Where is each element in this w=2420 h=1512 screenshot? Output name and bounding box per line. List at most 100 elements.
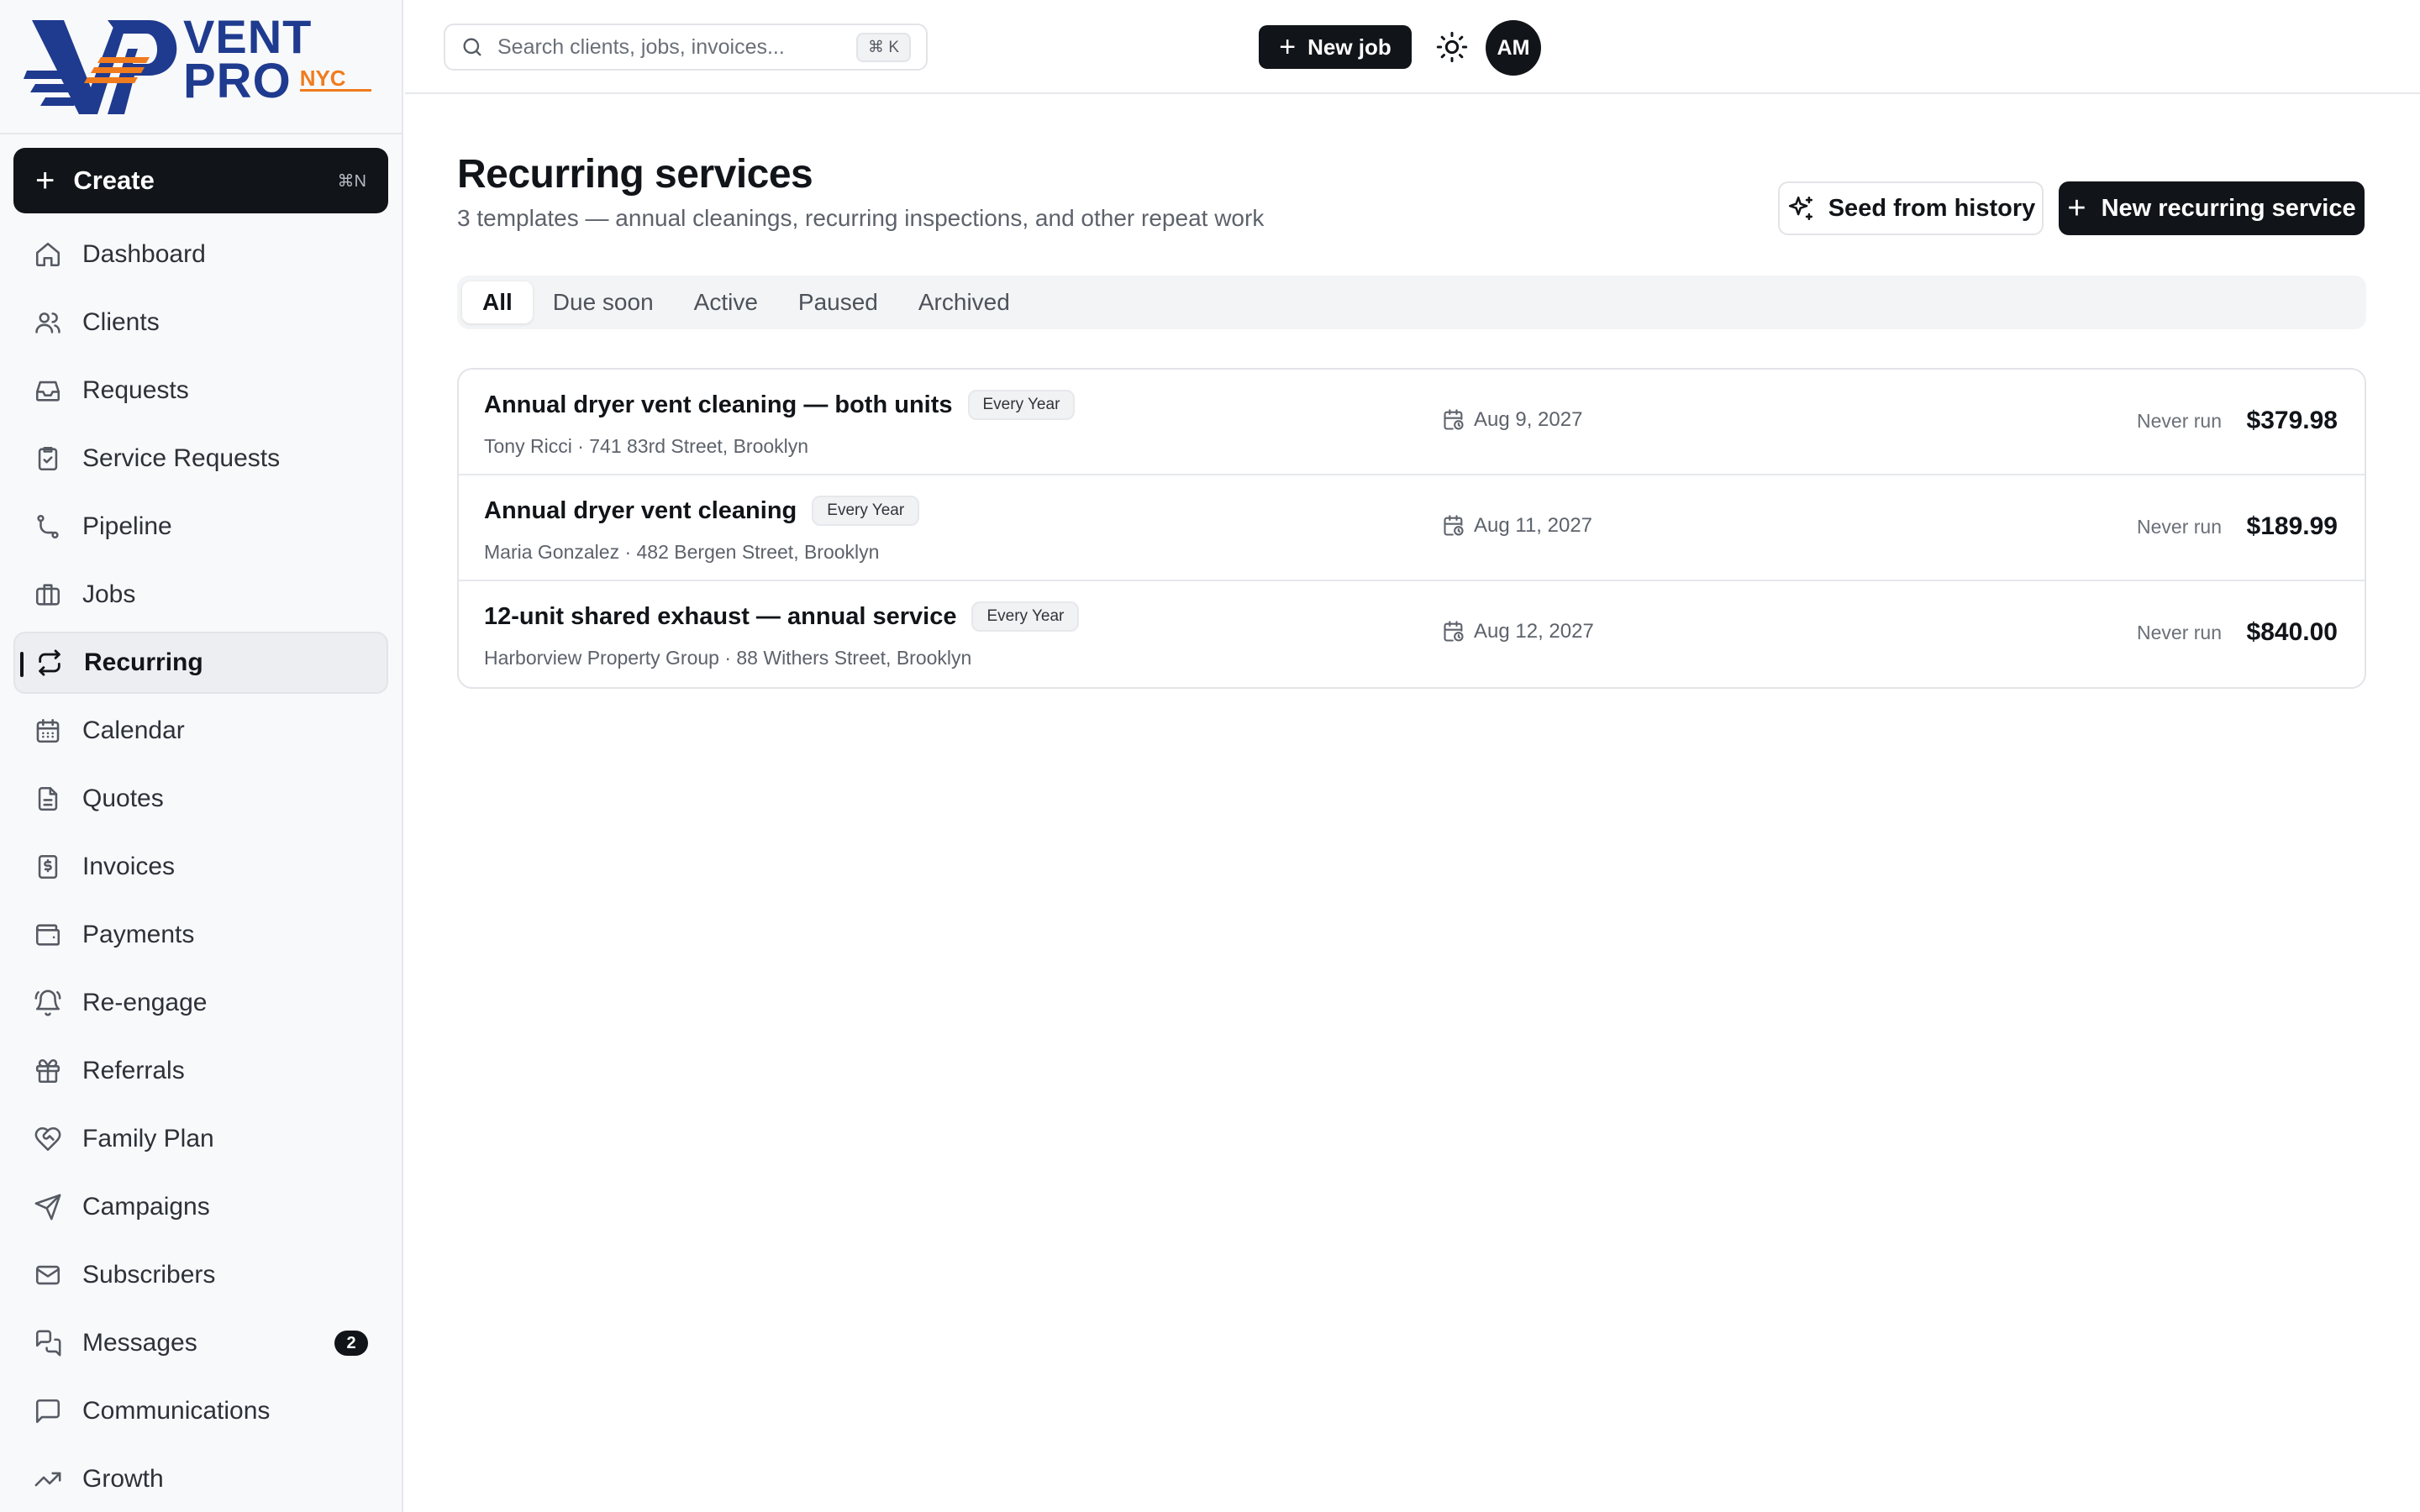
sidebar-item-messages[interactable]: Messages 2 [13, 1312, 388, 1374]
avatar-initials: AM [1497, 35, 1530, 60]
list-item[interactable]: Annual dryer vent cleaning — both units … [459, 370, 2365, 475]
next-run-date: Aug 12, 2027 [1442, 620, 1594, 643]
last-run-status: Never run [2137, 410, 2222, 432]
brand-tag: NYC [299, 67, 371, 92]
sparkles-icon [1788, 196, 1812, 221]
sun-icon[interactable] [1435, 30, 1469, 64]
brand-line1: VENT [183, 10, 313, 63]
sidebar-item-campaigns[interactable]: Campaigns [13, 1176, 388, 1238]
tab-archived[interactable]: Archived [898, 281, 1030, 323]
list-item[interactable]: Annual dryer vent cleaning Every Year Ma… [459, 475, 2365, 581]
create-label: Create [73, 165, 155, 195]
frequency-badge: Every Year [971, 601, 1080, 632]
new-recurring-service-label: New recurring service [2101, 194, 2356, 222]
clipboard-check-icon [38, 446, 58, 471]
seed-from-history-button[interactable]: Seed from history [1778, 181, 2044, 235]
sidebar-item-jobs[interactable]: Jobs [13, 564, 388, 626]
tab-active[interactable]: Active [674, 281, 778, 323]
sidebar-item-label: Dashboard [82, 240, 206, 268]
service-price: $189.99 [2246, 512, 2338, 540]
last-run-status: Never run [2137, 622, 2222, 643]
message-square-icon [35, 1399, 60, 1424]
users-icon [35, 312, 60, 333]
sidebar-item-dashboard[interactable]: Dashboard [13, 223, 388, 286]
page-title: Recurring services [457, 152, 813, 197]
sidebar-item-label: Re-engage [82, 989, 208, 1016]
sidebar-item-label: Communications [82, 1397, 271, 1425]
frequency-badge: Every Year [967, 390, 1076, 420]
bell-icon [34, 990, 61, 1016]
sidebar-item-label: Clients [82, 308, 160, 336]
user-avatar[interactable]: AM [1486, 20, 1541, 76]
seed-from-history-label: Seed from history [1828, 194, 2036, 222]
new-recurring-service-button[interactable]: + New recurring service [2059, 181, 2365, 235]
sidebar: VENT PRO NYC + Create ⌘N Dashboard Clien… [0, 0, 403, 1512]
tab-due-soon[interactable]: Due soon [533, 281, 674, 323]
client-address: Tony Ricci · 741 83rd Street, Brooklyn [484, 435, 809, 457]
sidebar-item-calendar[interactable]: Calendar [13, 700, 388, 762]
sidebar-item-label: Payments [82, 921, 195, 948]
calendar-clock-icon [1444, 621, 1464, 642]
status-filter-tabs: All Due soon Active Paused Archived [457, 276, 2366, 329]
new-job-button[interactable]: + New job [1259, 25, 1412, 69]
plus-icon: + [1279, 31, 1297, 63]
sidebar-item-referrals[interactable]: Referrals [13, 1040, 388, 1102]
file-text-icon [38, 786, 58, 811]
sidebar-item-growth[interactable]: Growth [13, 1448, 388, 1510]
sidebar-item-label: Messages [82, 1329, 197, 1357]
messages-unread-badge: 2 [334, 1331, 368, 1356]
sidebar-item-label: Family Plan [82, 1125, 214, 1152]
sidebar-item-communications[interactable]: Communications [13, 1380, 388, 1442]
last-run-status: Never run [2137, 516, 2222, 538]
gift-icon [35, 1058, 60, 1084]
plus-icon: + [35, 162, 55, 199]
sidebar-nav: Dashboard Clients Requests Service Reque… [13, 223, 388, 1512]
top-bar: Search clients, jobs, invoices... ⌘ K + … [405, 0, 2420, 94]
service-title: Annual dryer vent cleaning — both units [484, 391, 953, 418]
calendar-clock-icon [1444, 409, 1464, 430]
create-shortcut: ⌘N [337, 171, 366, 191]
home-icon [35, 242, 60, 267]
sidebar-item-label: Growth [82, 1465, 164, 1493]
search-icon [463, 38, 481, 56]
sidebar-item-pipeline[interactable]: Pipeline [13, 496, 388, 558]
next-run-date-text: Aug 9, 2027 [1474, 408, 1583, 431]
sidebar-item-re-engage[interactable]: Re-engage [13, 972, 388, 1034]
invoice-dollar-icon [38, 854, 58, 879]
search-shortcut: ⌘ K [856, 32, 911, 62]
sidebar-item-label: Campaigns [82, 1193, 210, 1221]
repeat-icon [39, 649, 60, 676]
sidebar-item-label: Service Requests [82, 444, 281, 472]
sidebar-item-clients[interactable]: Clients [13, 291, 388, 354]
sidebar-item-label: Referrals [82, 1057, 185, 1084]
sidebar-item-subscribers[interactable]: Subscribers [13, 1244, 388, 1306]
tab-all[interactable]: All [462, 281, 533, 323]
recurring-services-list: Annual dryer vent cleaning — both units … [457, 368, 2366, 689]
page-subtitle: 3 templates — annual cleanings, recurrin… [457, 205, 1265, 231]
mail-icon [35, 1265, 60, 1285]
sidebar-item-family-plan[interactable]: Family Plan [13, 1108, 388, 1170]
sidebar-item-recurring[interactable]: Recurring [13, 632, 388, 694]
sidebar-item-label: Recurring [84, 648, 203, 676]
plus-icon: + [2067, 191, 2086, 226]
send-icon [34, 1194, 61, 1221]
sidebar-item-label: Pipeline [82, 512, 172, 540]
client-address: Maria Gonzalez · 482 Bergen Street, Broo… [484, 541, 880, 563]
wallet-icon [35, 924, 60, 946]
create-button[interactable]: + Create ⌘N [13, 148, 388, 213]
tab-paused[interactable]: Paused [778, 281, 898, 323]
list-item[interactable]: 12-unit shared exhaust — annual service … [459, 581, 2365, 687]
global-search-input[interactable]: Search clients, jobs, invoices... ⌘ K [444, 24, 928, 71]
heart-handshake-icon [34, 1126, 61, 1152]
inbox-icon [35, 381, 60, 402]
git-branch-icon [37, 514, 59, 539]
messages-icon [35, 1330, 61, 1357]
sidebar-item-invoices[interactable]: Invoices [13, 836, 388, 898]
sidebar-item-quotes[interactable]: Quotes [13, 768, 388, 830]
brand-logo[interactable]: VENT PRO NYC [0, 0, 402, 134]
sidebar-item-label: Subscribers [82, 1261, 216, 1289]
sidebar-item-requests[interactable]: Requests [13, 360, 388, 422]
sidebar-item-payments[interactable]: Payments [13, 904, 388, 966]
sidebar-item-service-requests[interactable]: Service Requests [13, 428, 388, 490]
sidebar-item-label: Calendar [82, 717, 185, 744]
